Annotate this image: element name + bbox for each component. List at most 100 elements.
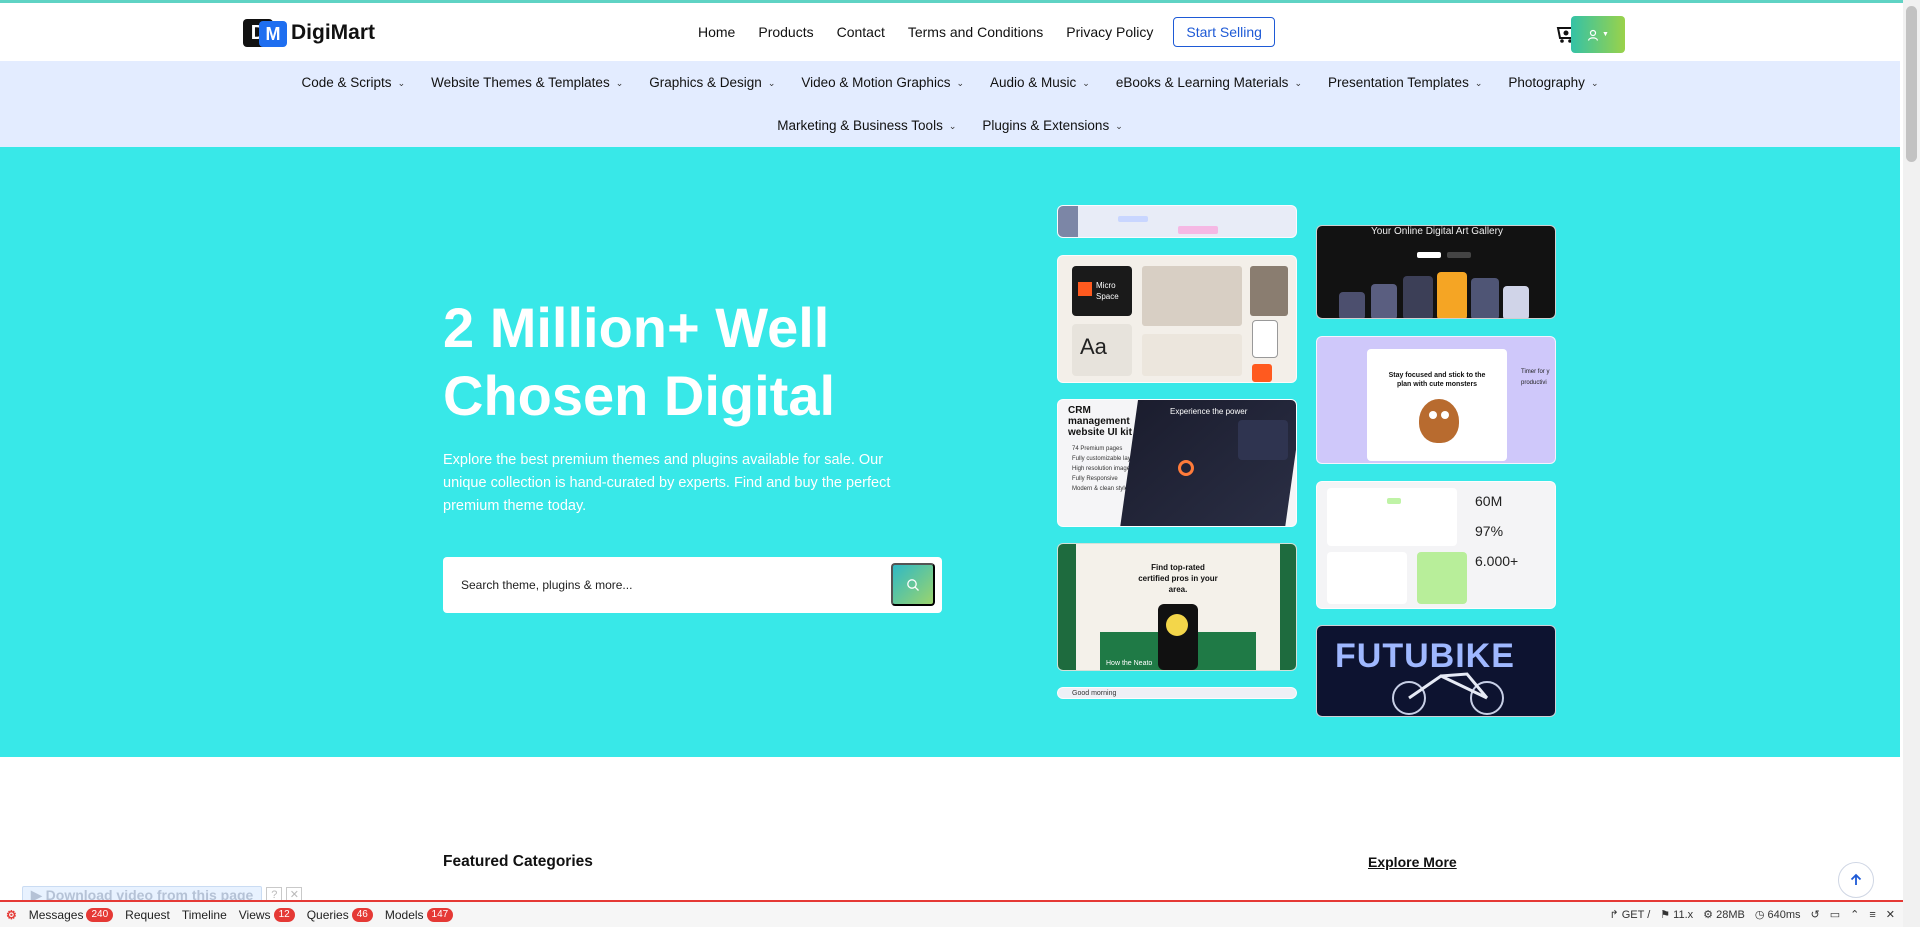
- logo-letter-m: M: [259, 21, 287, 47]
- category-label: Marketing & Business Tools: [777, 118, 943, 133]
- chevron-down-icon: ⌄: [767, 78, 776, 88]
- scroll-to-top-button[interactable]: [1838, 862, 1874, 898]
- category-label: Graphics & Design: [649, 75, 762, 90]
- hero-section: 2 Million+ Well Chosen Digital Explore t…: [0, 147, 1900, 757]
- thumbnail-caption: How the Neato: [1106, 660, 1153, 667]
- hero-title: 2 Million+ Well Chosen Digital: [443, 294, 943, 430]
- chevron-down-icon: ⌄: [615, 78, 624, 88]
- hero-title-line-1: 2 Million+ Well: [443, 296, 830, 359]
- product-thumbnail-stats[interactable]: 60M 97% 6.000+: [1316, 481, 1556, 609]
- category-marketing[interactable]: Marketing & Business Tools ⌄: [777, 118, 956, 133]
- category-website-themes[interactable]: Website Themes & Templates ⌄: [431, 75, 623, 90]
- close-icon[interactable]: ✕: [1886, 908, 1895, 921]
- history-icon[interactable]: ↺: [1811, 908, 1820, 921]
- stat-value: 60M: [1475, 493, 1503, 509]
- brand-logo[interactable]: D M DigiMart: [243, 17, 375, 49]
- thumbnail-caption: Timer for y productivi: [1521, 369, 1550, 386]
- search-input[interactable]: [461, 573, 881, 597]
- debugbar-tab-label: Messages: [28, 907, 84, 922]
- debugbar-tab-models[interactable]: Models 147: [379, 902, 459, 927]
- debugbar-tab-label: Views: [238, 907, 271, 922]
- debugbar-logo-icon[interactable]: ⚙: [0, 902, 23, 927]
- category-label: Website Themes & Templates: [431, 75, 610, 90]
- debugbar-tab-label: Timeline: [181, 907, 227, 922]
- hero-title-line-2: Chosen Digital: [443, 364, 836, 427]
- category-label: Code & Scripts: [301, 75, 392, 90]
- thumbnail-caption: Your Online Digital Art Gallery: [1371, 226, 1503, 237]
- category-audio-music[interactable]: Audio & Music ⌄: [990, 75, 1090, 90]
- menu-icon[interactable]: ≡: [1869, 909, 1875, 921]
- category-presentation[interactable]: Presentation Templates ⌄: [1328, 75, 1482, 90]
- category-label: Presentation Templates: [1327, 75, 1469, 90]
- bike-icon: [1392, 672, 1504, 715]
- search-icon: [907, 578, 919, 591]
- product-thumbnail-calendar[interactable]: [1057, 205, 1297, 238]
- user-menu-button[interactable]: ▼: [1571, 16, 1625, 53]
- category-photography[interactable]: Photography ⌄: [1508, 75, 1598, 90]
- product-thumbnail-micro-space[interactable]: Micro Space Aa: [1057, 255, 1297, 383]
- brand-name: DigiMart: [291, 21, 375, 44]
- search-button[interactable]: [891, 563, 935, 606]
- debugbar-tab-queries[interactable]: Queries 46: [301, 902, 379, 927]
- caret-down-icon: ▼: [1602, 31, 1609, 38]
- thumbnail-caption: Find top-rated certified pros in your ar…: [1138, 563, 1218, 594]
- debugbar-count-badge: 12: [273, 907, 295, 922]
- arrow-up-icon: [1850, 873, 1862, 885]
- product-thumbnail-art-gallery[interactable]: Your Online Digital Art Gallery: [1316, 225, 1556, 319]
- time-label: 640ms: [1767, 909, 1801, 921]
- debugbar-tab-messages[interactable]: Messages 240: [23, 902, 119, 927]
- category-video-motion[interactable]: Video & Motion Graphics ⌄: [801, 75, 964, 90]
- nav-terms[interactable]: Terms and Conditions: [908, 24, 1043, 40]
- product-thumbnail-cute-monsters[interactable]: Stay focused and stick to the plan with …: [1316, 336, 1556, 464]
- debug-bar: ⚙ Messages 240 Request Timeline Views 12 Q…: [0, 900, 1903, 927]
- user-icon: [1587, 29, 1599, 41]
- category-graphics-design[interactable]: Graphics & Design ⌄: [649, 75, 775, 90]
- chevron-down-icon: ⌄: [1474, 78, 1483, 88]
- debugbar-request-method[interactable]: ↱ GET /: [1609, 908, 1650, 921]
- chevron-down-icon: ⌄: [1115, 121, 1123, 131]
- thumbnail-caption: Stay focused and stick to the plan with …: [1388, 372, 1486, 388]
- debugbar-tab-request[interactable]: Request: [119, 902, 176, 927]
- product-thumbnail-crm[interactable]: CRM management website UI kit 74 Premium…: [1057, 399, 1297, 527]
- folder-icon[interactable]: ▭: [1830, 908, 1840, 921]
- page-scrollbar[interactable]: [1903, 0, 1920, 927]
- thumbnail-caption: Good morning: [1072, 690, 1117, 697]
- debugbar-tab-timeline[interactable]: Timeline: [176, 902, 233, 927]
- chevron-down-icon: ⌄: [956, 78, 964, 88]
- category-label: Audio & Music: [990, 75, 1077, 90]
- chevron-down-icon: ⌄: [1294, 78, 1302, 88]
- category-plugins[interactable]: Plugins & Extensions ⌄: [982, 118, 1122, 133]
- category-code-scripts[interactable]: Code & Scripts ⌄: [302, 75, 406, 90]
- debugbar-php-version: ⚑ 11.x: [1660, 909, 1694, 921]
- stat-value: 97%: [1475, 523, 1504, 539]
- chevron-down-icon: ⌄: [1590, 78, 1599, 88]
- expand-up-icon[interactable]: ⌃: [1850, 908, 1859, 921]
- debugbar-count-badge: 46: [351, 907, 373, 922]
- start-selling-button[interactable]: Start Selling: [1173, 17, 1275, 47]
- product-thumbnail-futubike[interactable]: FUTUBIKE: [1316, 625, 1556, 717]
- stat-value: 6.000+: [1475, 553, 1519, 569]
- thumbnail-caption: Experience the power: [1170, 407, 1248, 416]
- category-ebooks[interactable]: eBooks & Learning Materials ⌄: [1116, 75, 1302, 90]
- category-label: Plugins & Extensions: [982, 118, 1110, 133]
- thumbnail-caption: Micro Space: [1096, 281, 1119, 301]
- debugbar-tab-label: Queries: [306, 907, 349, 922]
- crm-feature: 74 Premium pages: [1072, 446, 1123, 452]
- nav-products[interactable]: Products: [758, 24, 813, 40]
- explore-more-link[interactable]: Explore More: [1368, 854, 1457, 870]
- chevron-down-icon: ⌄: [1082, 78, 1090, 88]
- chevron-down-icon: ⌄: [948, 121, 957, 131]
- debugbar-time: ◷ 640ms: [1754, 909, 1801, 921]
- nav-privacy[interactable]: Privacy Policy: [1066, 24, 1153, 40]
- debugbar-tab-views[interactable]: Views 12: [233, 902, 301, 927]
- product-thumbnail-certified-pros[interactable]: Find top-rated certified pros in your ar…: [1057, 543, 1297, 671]
- product-thumbnail-good-morning[interactable]: Good morning: [1057, 687, 1297, 699]
- debugbar-memory: ⚙ 28MB: [1703, 909, 1745, 921]
- nav-home[interactable]: Home: [698, 24, 735, 40]
- scrollbar-thumb[interactable]: [1906, 6, 1917, 162]
- nav-contact[interactable]: Contact: [837, 24, 885, 40]
- featured-categories-title: Featured Categories: [443, 853, 593, 870]
- php-version-label: 11.x: [1673, 909, 1694, 921]
- debugbar-count-badge: 147: [426, 907, 454, 922]
- debugbar-count-badge: 240: [86, 907, 114, 922]
